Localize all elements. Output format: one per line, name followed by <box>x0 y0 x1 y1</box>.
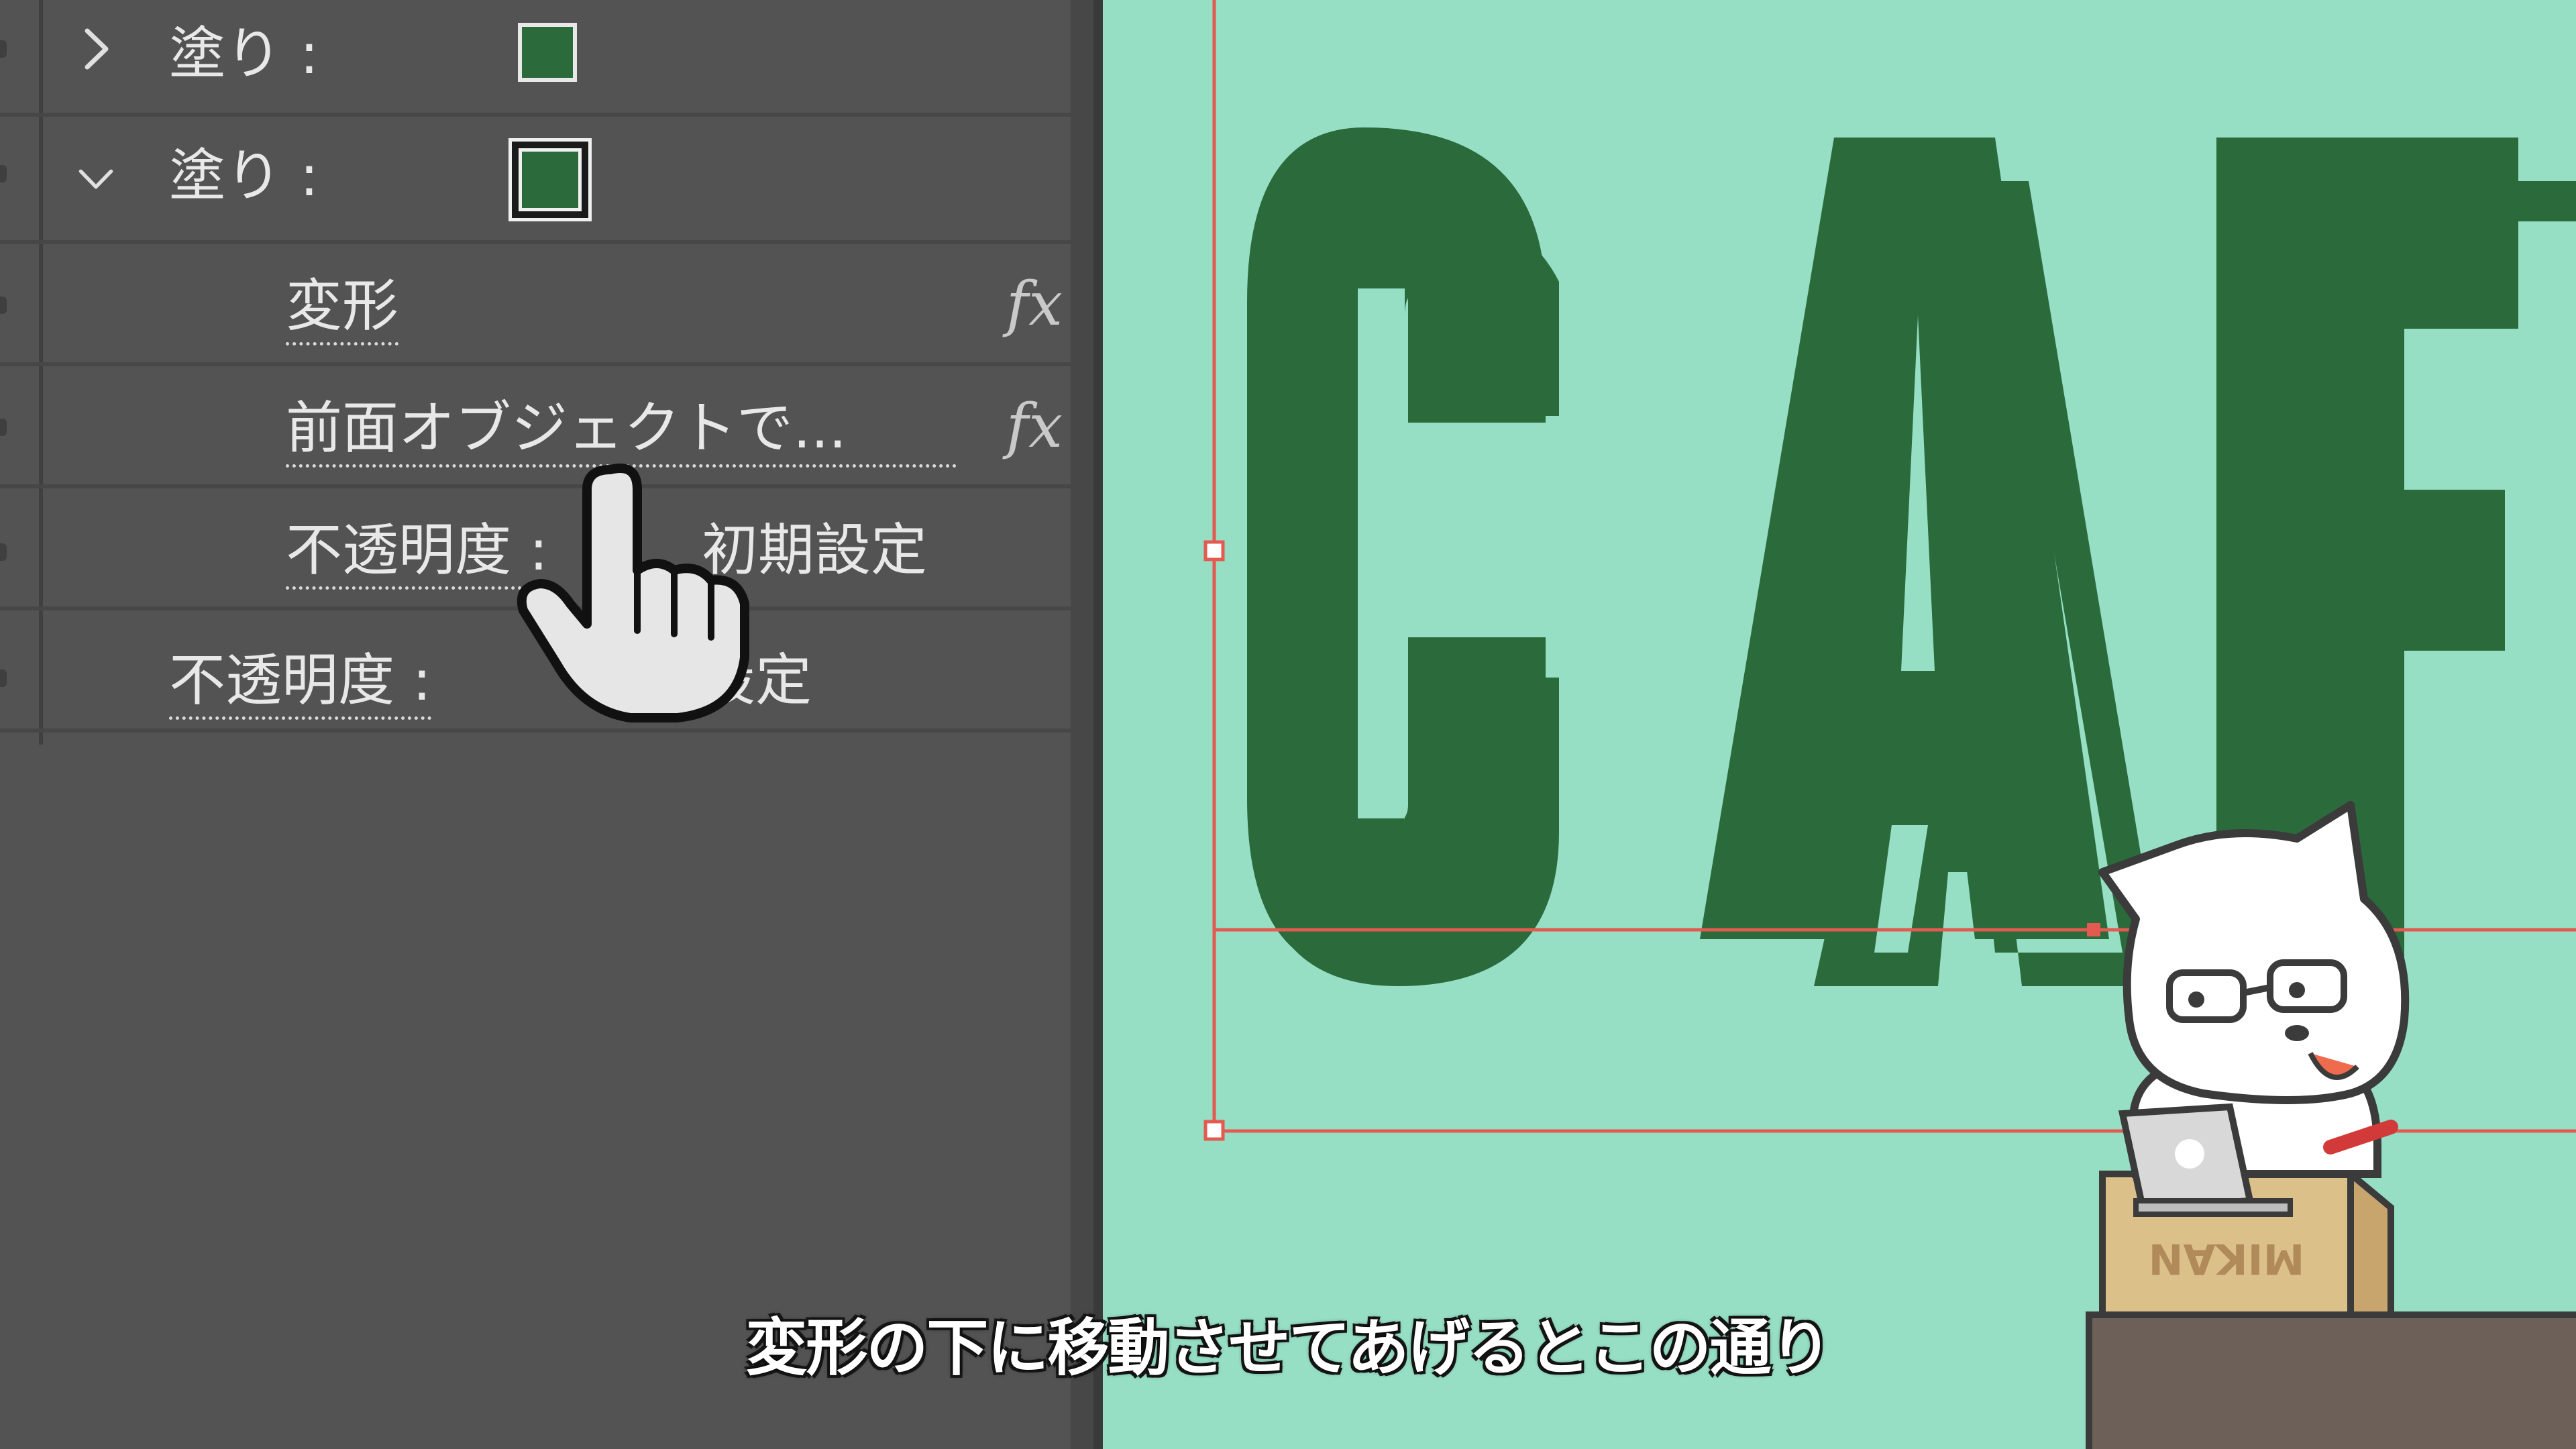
box-label: MIKAN <box>2149 1234 2305 1283</box>
selection-handle <box>1203 1120 1225 1141</box>
pointer-hand-icon <box>517 464 749 722</box>
fill-label: 塗り : <box>169 21 319 87</box>
fill-row-collapsed[interactable]: 塗り : <box>0 0 1106 122</box>
fill-color-swatch-selected[interactable] <box>508 138 592 221</box>
selection-handle <box>1203 540 1225 561</box>
appearance-panel: 塗り : 塗り : 変形 fx 前面オブジェクトで... fx 不透明度 : 初… <box>0 0 1106 1449</box>
artboard-canvas[interactable]: MIKAN <box>1103 0 2576 1449</box>
panel-edge-mark <box>0 165 7 182</box>
chevron-right-icon[interactable] <box>72 19 119 79</box>
fx-icon[interactable]: fx <box>1006 393 1063 460</box>
anchor-point <box>2087 923 2100 936</box>
row-divider <box>0 729 1106 733</box>
chevron-down-icon[interactable] <box>72 149 119 209</box>
fill-color-swatch[interactable] <box>518 23 577 82</box>
video-subtitle: 変形の下に移動させてあげるとこの通り <box>745 1312 1831 1384</box>
transform-effect-row[interactable]: 変形 fx <box>0 244 1106 366</box>
panel-edge-mark <box>0 297 7 314</box>
artwork: MIKAN <box>1203 0 2576 1449</box>
panel-divider[interactable] <box>1071 0 1103 1449</box>
panel-edge-mark <box>0 40 7 58</box>
fx-icon[interactable]: fx <box>1006 271 1063 338</box>
panel-edge-mark <box>0 419 7 436</box>
fill-row-expanded[interactable]: 塗り : <box>0 122 1106 244</box>
row-divider <box>0 113 1106 117</box>
letter-c <box>1247 127 1546 973</box>
fill-label: 塗り : <box>169 143 319 209</box>
transform-effect-link[interactable]: 変形 <box>286 272 399 345</box>
panel-edge-mark <box>0 543 7 561</box>
panel-edge-mark <box>0 669 7 687</box>
opacity-link[interactable]: 不透明度 : <box>169 647 432 720</box>
